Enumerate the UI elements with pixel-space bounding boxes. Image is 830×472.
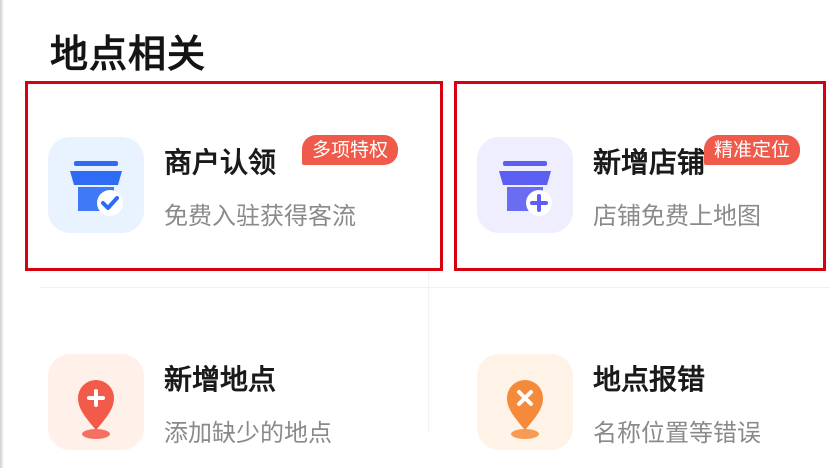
row-divider xyxy=(40,287,830,288)
card-title: 地点报错 xyxy=(593,363,706,396)
card-title: 新增地点 xyxy=(164,363,277,396)
card-subtitle: 名称位置等错误 xyxy=(593,419,761,447)
left-edge-shadow xyxy=(0,0,4,468)
highlight-box-add-shop xyxy=(454,81,826,271)
location-error-icon xyxy=(477,354,573,450)
card-report-error[interactable]: 地点报错 名称位置等错误 xyxy=(457,322,830,472)
card-add-location[interactable]: 新增地点 添加缺少的地点 xyxy=(28,322,428,472)
highlight-box-merchant-claim xyxy=(25,81,443,271)
card-subtitle: 添加缺少的地点 xyxy=(164,419,332,447)
column-divider xyxy=(428,272,429,432)
location-add-icon xyxy=(48,354,144,450)
section-title: 地点相关 xyxy=(50,32,207,76)
